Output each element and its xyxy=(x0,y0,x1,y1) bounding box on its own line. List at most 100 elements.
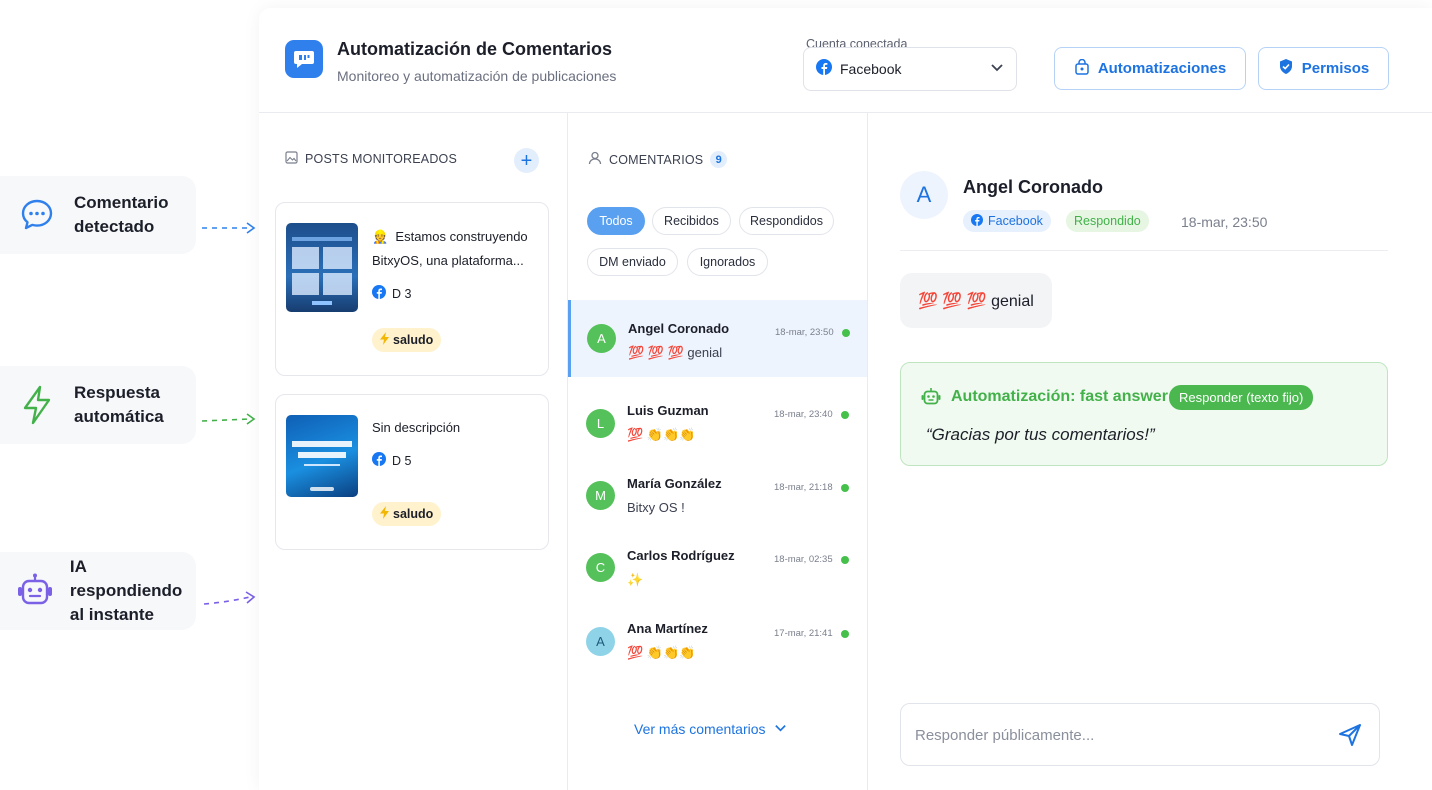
permissions-button[interactable]: Permisos xyxy=(1258,47,1389,90)
avatar: A xyxy=(900,171,948,219)
status-dot xyxy=(841,484,849,492)
filter-respondidos[interactable]: Respondidos xyxy=(739,207,834,235)
comment-author: María González xyxy=(627,476,722,491)
post-card[interactable]: 👷 Estamos construyendo BitxyOS, una plat… xyxy=(275,202,549,376)
shield-icon xyxy=(1278,58,1294,79)
account-select[interactable]: Facebook xyxy=(803,47,1017,91)
comment-time: 18-mar, 02:35 xyxy=(774,554,833,565)
post-meta: D 3 xyxy=(372,285,411,302)
bag-icon xyxy=(1074,58,1090,79)
lightning-icon xyxy=(380,506,389,522)
filter-dm-enviado[interactable]: DM enviado xyxy=(587,248,678,276)
app-logo-icon xyxy=(285,40,323,78)
lightning-icon xyxy=(0,385,74,425)
reply-box xyxy=(900,703,1380,766)
more-comments-label: Ver más comentarios xyxy=(634,721,766,737)
comment-author: Ana Martínez xyxy=(627,621,708,636)
chat-bubble-icon xyxy=(0,197,74,233)
dashed-arrow-icon xyxy=(202,222,256,234)
comment-bubble: 💯 💯 💯 genial xyxy=(900,273,1052,328)
comment-author: Luis Guzman xyxy=(627,403,709,418)
users-icon xyxy=(588,151,602,168)
automation-type-badge: Responder (texto fijo) xyxy=(1169,385,1314,410)
post-tag-label: saludo xyxy=(393,507,434,521)
comment-time: 18-mar, 23:40 xyxy=(774,409,833,420)
comment-detail-panel: A Angel Coronado Facebook Respondido 18-… xyxy=(868,113,1432,790)
comment-time: 17-mar, 21:41 xyxy=(774,628,833,639)
post-meta: D 5 xyxy=(372,452,411,469)
comment-row[interactable]: L Luis Guzman 💯 👏👏👏 18-mar, 23:40 xyxy=(568,381,867,457)
divider xyxy=(900,250,1388,251)
page-subtitle: Monitoreo y automatización de publicacio… xyxy=(337,68,617,84)
posts-heading-label: POSTS MONITOREADOS xyxy=(305,152,458,166)
robot-icon xyxy=(921,387,941,412)
permissions-button-label: Permisos xyxy=(1301,60,1370,77)
callout-auto-reply: Respuesta automática xyxy=(0,366,196,444)
comments-panel: COMENTARIOS 9 Todos Recibidos Respondido… xyxy=(568,113,868,790)
comments-heading-label: COMENTARIOS xyxy=(609,152,704,167)
post-card[interactable]: Sin descripción D 5 saludo xyxy=(275,394,549,550)
comment-author: Angel Coronado xyxy=(628,321,730,336)
automation-title: Automatización: fast answer xyxy=(951,388,1168,405)
facebook-icon xyxy=(372,452,386,469)
avatar: A xyxy=(586,627,615,656)
avatar: M xyxy=(586,481,615,510)
post-tag[interactable]: saludo xyxy=(372,328,442,352)
robot-icon xyxy=(0,572,70,610)
comment-time: 18-mar, 23:50 xyxy=(775,327,834,338)
chevron-down-icon xyxy=(990,60,1004,79)
posts-heading: POSTS MONITOREADOS xyxy=(285,151,457,167)
post-meta-label: D 5 xyxy=(392,453,412,468)
status-dot xyxy=(841,556,849,564)
comments-count: 9 xyxy=(710,151,728,168)
automation-message: “Gracias por tus comentarios!” xyxy=(926,425,1155,444)
callout-ai-reply: IA respondiendo al instante xyxy=(0,552,196,630)
avatar: A xyxy=(587,324,616,353)
platform-badge: Facebook xyxy=(963,210,1051,232)
post-thumbnail xyxy=(286,415,358,497)
facebook-icon xyxy=(816,58,832,80)
post-description: 👷 Estamos construyendo BitxyOS, una plat… xyxy=(372,225,542,273)
post-tag-label: saludo xyxy=(393,333,434,347)
send-icon xyxy=(1339,724,1361,746)
app-window: Automatización de Comentarios Monitoreo … xyxy=(259,8,1432,790)
filter-todos[interactable]: Todos xyxy=(587,207,645,235)
callout-label: IA respondiendo al instante xyxy=(69,557,183,624)
avatar: L xyxy=(586,409,615,438)
plus-icon: + xyxy=(520,149,533,172)
callout-label: Comentario detectado xyxy=(74,193,169,236)
comment-author: Carlos Rodríguez xyxy=(627,548,735,563)
status-dot xyxy=(842,329,850,337)
post-meta-label: D 3 xyxy=(392,286,412,301)
automations-button[interactable]: Automatizaciones xyxy=(1054,47,1246,90)
add-post-button[interactable]: + xyxy=(514,148,539,173)
post-text: Estamos construyendo BitxyOS, una plataf… xyxy=(372,229,528,268)
automation-card: Automatización: fast answer Responder (t… xyxy=(900,362,1388,466)
stage: Comentario detectado Respuesta automátic… xyxy=(0,0,1432,790)
facebook-icon xyxy=(372,285,386,302)
callout-comment-detected: Comentario detectado xyxy=(0,176,196,254)
filter-ignorados[interactable]: Ignorados xyxy=(687,248,768,276)
comment-row[interactable]: A Angel Coronado 💯 💯 💯 genial 18-mar, 23… xyxy=(568,300,867,377)
comment-row[interactable]: M María González Bitxy OS ! 18-mar, 21:1… xyxy=(568,454,867,530)
comment-time: 18-mar, 21:18 xyxy=(774,482,833,493)
facebook-icon xyxy=(971,213,983,229)
comment-text: 💯 👏👏👏 xyxy=(627,427,696,442)
comment-row[interactable]: A Ana Martínez 💯 👏👏👏 17-mar, 21:41 xyxy=(568,599,867,675)
chevron-down-icon xyxy=(774,721,787,737)
filter-recibidos[interactable]: Recibidos xyxy=(652,207,731,235)
avatar: C xyxy=(586,553,615,582)
detail-author: Angel Coronado xyxy=(963,177,1103,197)
send-button[interactable] xyxy=(1337,722,1365,750)
comments-heading: COMENTARIOS 9 xyxy=(588,151,728,168)
more-comments-link[interactable]: Ver más comentarios xyxy=(634,721,787,737)
status-dot xyxy=(841,630,849,638)
comment-row[interactable]: C Carlos Rodríguez ✨ 18-mar, 02:35 xyxy=(568,526,867,602)
comment-text: 💯 💯 💯 genial xyxy=(628,345,723,360)
post-description: Sin descripción xyxy=(372,420,461,435)
comment-text: 💯 👏👏👏 xyxy=(627,645,696,660)
reply-input[interactable] xyxy=(915,722,1315,748)
post-tag[interactable]: saludo xyxy=(372,502,442,526)
platform-label: Facebook xyxy=(988,214,1043,228)
posts-panel: POSTS MONITOREADOS + 👷 Estamos construye… xyxy=(259,113,568,790)
